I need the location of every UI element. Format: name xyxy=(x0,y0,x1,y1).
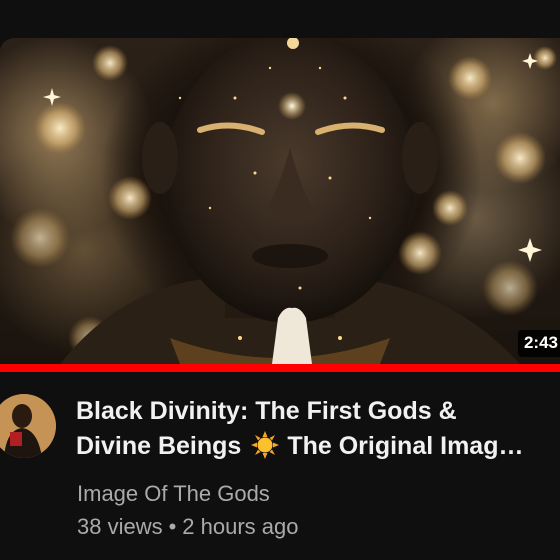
video-card[interactable]: 2:43 Black Divinity: The First Gods & Di… xyxy=(0,0,560,560)
watch-progress-fill xyxy=(0,364,560,372)
upload-age: 2 hours ago xyxy=(182,514,299,539)
video-title[interactable]: Black Divinity: The First Gods & Divine … xyxy=(76,394,546,464)
avatar-image xyxy=(0,394,56,458)
sun-emoji-icon xyxy=(251,431,280,459)
watch-progress-bar xyxy=(0,364,560,372)
video-title-line2-start: Divine Beings xyxy=(76,432,242,460)
channel-name[interactable]: Image Of The Gods xyxy=(77,481,270,507)
video-title-line2-end: The Original Imag… xyxy=(287,432,524,460)
video-title-line1: Black Divinity: The First Gods & xyxy=(76,397,457,425)
duration-badge: 2:43 xyxy=(517,330,560,357)
video-stats: 38 views • 2 hours ago xyxy=(77,514,299,540)
view-count: 38 views xyxy=(77,514,163,539)
thumbnail-image xyxy=(10,38,557,364)
separator-dot: • xyxy=(168,514,177,539)
video-thumbnail[interactable] xyxy=(0,38,560,364)
video-title-line2: Divine Beings The Original Imag… xyxy=(76,429,546,464)
channel-avatar[interactable] xyxy=(0,394,56,458)
